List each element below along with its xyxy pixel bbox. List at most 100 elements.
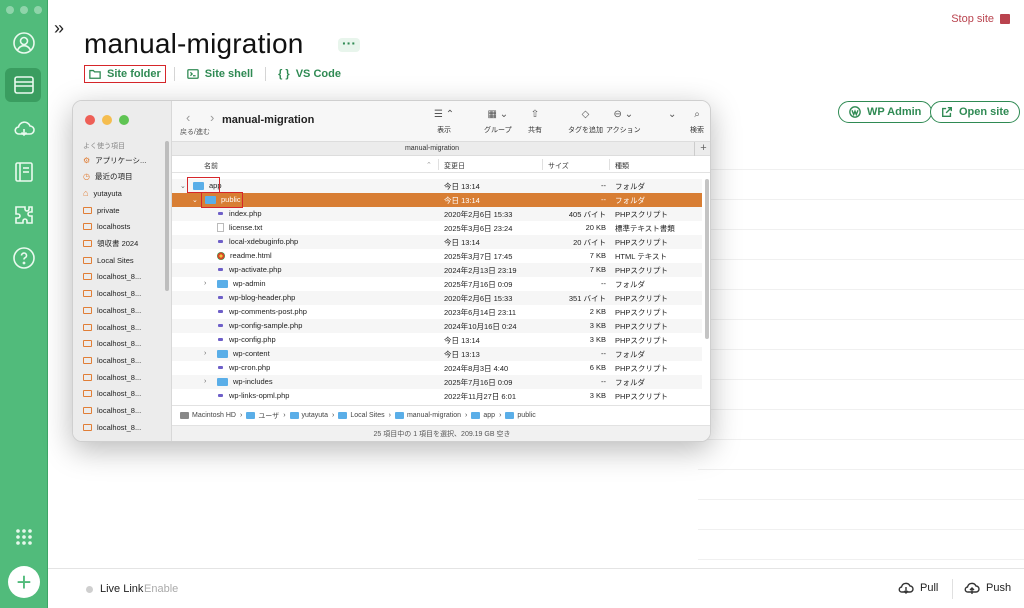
- sidebar-item[interactable]: localhost_8...: [83, 320, 141, 334]
- collapse-sidebar-icon[interactable]: »: [54, 18, 64, 39]
- table-row[interactable]: wp-config.php 今日 13:14 3 KB PHPスクリプト: [172, 333, 702, 347]
- live-link-enable-button[interactable]: Enable: [144, 583, 178, 595]
- group-button[interactable]: ▦ ⌄ グループ: [484, 109, 512, 135]
- file-modified: 2025年3月7日 17:45: [444, 252, 513, 261]
- html-file-icon: [217, 251, 225, 260]
- sidebar-item[interactable]: localhosts: [83, 220, 130, 234]
- sidebar-item[interactable]: private: [83, 203, 120, 217]
- search-button[interactable]: ⌕ 検索: [690, 109, 704, 135]
- sidebar-item[interactable]: localhost_8...: [83, 287, 141, 301]
- disclosure-chevron-icon[interactable]: ›: [204, 378, 212, 385]
- table-row[interactable]: local-xdebuginfo.php 今日 13:14 20 バイト PHPスクリ…: [172, 235, 702, 249]
- table-row[interactable]: wp-config-sample.php 2024年10月16日 0:24 3 KB…: [172, 319, 702, 333]
- sidebar-item[interactable]: 領収書 2024: [83, 237, 138, 251]
- app-folder-highlight: [187, 177, 220, 193]
- path-segment[interactable]: Macintosh HD: [180, 412, 236, 419]
- apps-grid-icon[interactable]: [9, 522, 39, 552]
- zoom-window-icon[interactable]: [119, 115, 129, 125]
- cloud-connect-icon[interactable]: [9, 114, 39, 144]
- column-header-modified[interactable]: 変更日: [444, 161, 465, 171]
- table-row[interactable]: › wp-includes 2025年7月16日 0:09 -- フォルダ: [172, 375, 702, 389]
- minimize-window-icon[interactable]: [102, 115, 112, 125]
- site-folder-link[interactable]: Site folder: [84, 65, 166, 83]
- back-forward-icon[interactable]: ‹ ›: [186, 110, 222, 125]
- column-header-size[interactable]: サイズ: [548, 161, 569, 171]
- sidebar-item[interactable]: localhost_8...: [83, 353, 141, 367]
- sites-icon[interactable]: [9, 70, 39, 100]
- stop-site-button[interactable]: Stop site: [951, 13, 1010, 25]
- path-separator-icon: ›: [283, 412, 286, 419]
- table-row[interactable]: wp-blog-header.php 2020年2月6日 15:33 351 バイト…: [172, 291, 702, 305]
- blueprints-icon[interactable]: [9, 157, 39, 187]
- sidebar-item[interactable]: ⌂ yutayuta: [83, 186, 122, 200]
- folder-icon: [83, 273, 92, 281]
- file-kind: フォルダ: [615, 182, 645, 191]
- add-ons-puzzle-icon[interactable]: [9, 200, 39, 230]
- table-row[interactable]: wp-activate.php 2024年2月13日 23:19 7 KB PHPスク…: [172, 263, 702, 277]
- table-row[interactable]: wp-comments-post.php 2023年6月14日 23:11 2 KB…: [172, 305, 702, 319]
- vs-code-link[interactable]: { } VS Code: [274, 66, 345, 82]
- open-site-button[interactable]: Open site: [930, 101, 1021, 123]
- site-more-options-button[interactable]: ···: [338, 36, 360, 52]
- tab-manual-migration[interactable]: manual-migration: [172, 142, 692, 156]
- site-shell-link[interactable]: Site shell: [183, 66, 257, 82]
- table-row[interactable]: ⌄ app 今日 13:14 -- フォルダ: [172, 179, 702, 193]
- table-row[interactable]: › wp-content 今日 13:13 -- フォルダ: [172, 347, 702, 361]
- sidebar-item[interactable]: ⚙ アプリケーシ...: [83, 153, 146, 167]
- app-sidebar: +: [0, 0, 48, 608]
- window-controls[interactable]: [6, 6, 42, 14]
- table-row[interactable]: ⌄ public 今日 13:14 -- フォルダ: [172, 193, 702, 207]
- close-window-icon[interactable]: [85, 115, 95, 125]
- wp-admin-button[interactable]: WP Admin: [838, 101, 933, 123]
- share-button[interactable]: ⇧ 共有: [528, 109, 542, 135]
- disclosure-chevron-icon[interactable]: ›: [204, 280, 212, 287]
- sidebar-item[interactable]: Local Sites: [83, 253, 134, 267]
- sidebar-scrollbar[interactable]: [165, 141, 169, 291]
- site-shell-label: Site shell: [204, 68, 254, 80]
- disclosure-chevron-icon[interactable]: ›: [204, 350, 212, 357]
- column-header-name[interactable]: 名前: [204, 161, 218, 171]
- table-row[interactable]: wp-links-opml.php 2022年11月27日 6:01 3 KB PHP…: [172, 389, 702, 403]
- folder-icon: [83, 306, 92, 314]
- column-header-kind[interactable]: 種類: [615, 161, 629, 171]
- file-name-cell: › wp-admin: [204, 279, 266, 288]
- sidebar-item[interactable]: localhost_8...: [83, 404, 141, 418]
- path-segment[interactable]: ユーザ: [246, 411, 279, 421]
- group-grid-icon: ▦ ⌄: [487, 109, 509, 120]
- sidebar-item[interactable]: localhost_8...: [83, 420, 141, 434]
- folder-icon: [394, 412, 404, 419]
- push-button[interactable]: Push: [964, 581, 1011, 595]
- sidebar-item[interactable]: localhost_8...: [83, 270, 141, 284]
- path-segment[interactable]: Local Sites: [338, 412, 385, 419]
- pull-button[interactable]: Pull: [898, 581, 938, 595]
- path-segment[interactable]: yutayuta: [289, 412, 328, 419]
- folder-icon: [217, 279, 228, 288]
- table-row[interactable]: index.php 2020年2月6日 15:33 405 バイト PHPスクリプト: [172, 207, 702, 221]
- add-tag-button[interactable]: ◇ タグを追加: [568, 109, 603, 135]
- file-kind: PHPスクリプト: [615, 322, 668, 331]
- table-row[interactable]: › wp-admin 2025年7月16日 0:09 -- フォルダ: [172, 277, 702, 291]
- finder-window-controls[interactable]: [85, 115, 129, 125]
- table-row[interactable]: license.txt 2025年3月6日 23:24 20 KB 標準テキスト書類: [172, 221, 702, 235]
- sidebar-item[interactable]: localhost_8...: [83, 370, 141, 384]
- action-button[interactable]: ⊖ ⌄ アクション: [606, 109, 641, 135]
- table-row[interactable]: readme.html 2025年3月7日 17:45 7 KB HTML テキスト: [172, 249, 702, 263]
- help-icon[interactable]: [9, 243, 39, 273]
- toolbar-label: 共有: [528, 127, 542, 134]
- user-account-icon[interactable]: [9, 28, 39, 58]
- new-tab-button[interactable]: +: [694, 142, 710, 156]
- sidebar-item[interactable]: localhost_8...: [83, 303, 141, 317]
- more-button[interactable]: ⌄: [668, 109, 676, 125]
- sidebar-item[interactable]: ◷ 最近の項目: [83, 170, 132, 184]
- sidebar-item[interactable]: localhost_8...: [83, 337, 141, 351]
- file-list-scrollbar[interactable]: [705, 179, 709, 339]
- sort-chevron-icon[interactable]: ⌃: [426, 161, 432, 169]
- add-site-button[interactable]: +: [8, 566, 40, 598]
- sidebar-item[interactable]: localhost_8...: [83, 387, 141, 401]
- table-row[interactable]: wp-cron.php 2024年8月3日 4:40 6 KB PHPスクリプト: [172, 361, 702, 375]
- view-button[interactable]: ☰ ⌃ 表示: [434, 109, 454, 135]
- path-segment[interactable]: app: [471, 412, 495, 419]
- path-segment[interactable]: public: [505, 412, 536, 419]
- disclosure-chevron-icon[interactable]: ⌄: [192, 196, 200, 204]
- path-segment[interactable]: manual-migration: [394, 412, 461, 419]
